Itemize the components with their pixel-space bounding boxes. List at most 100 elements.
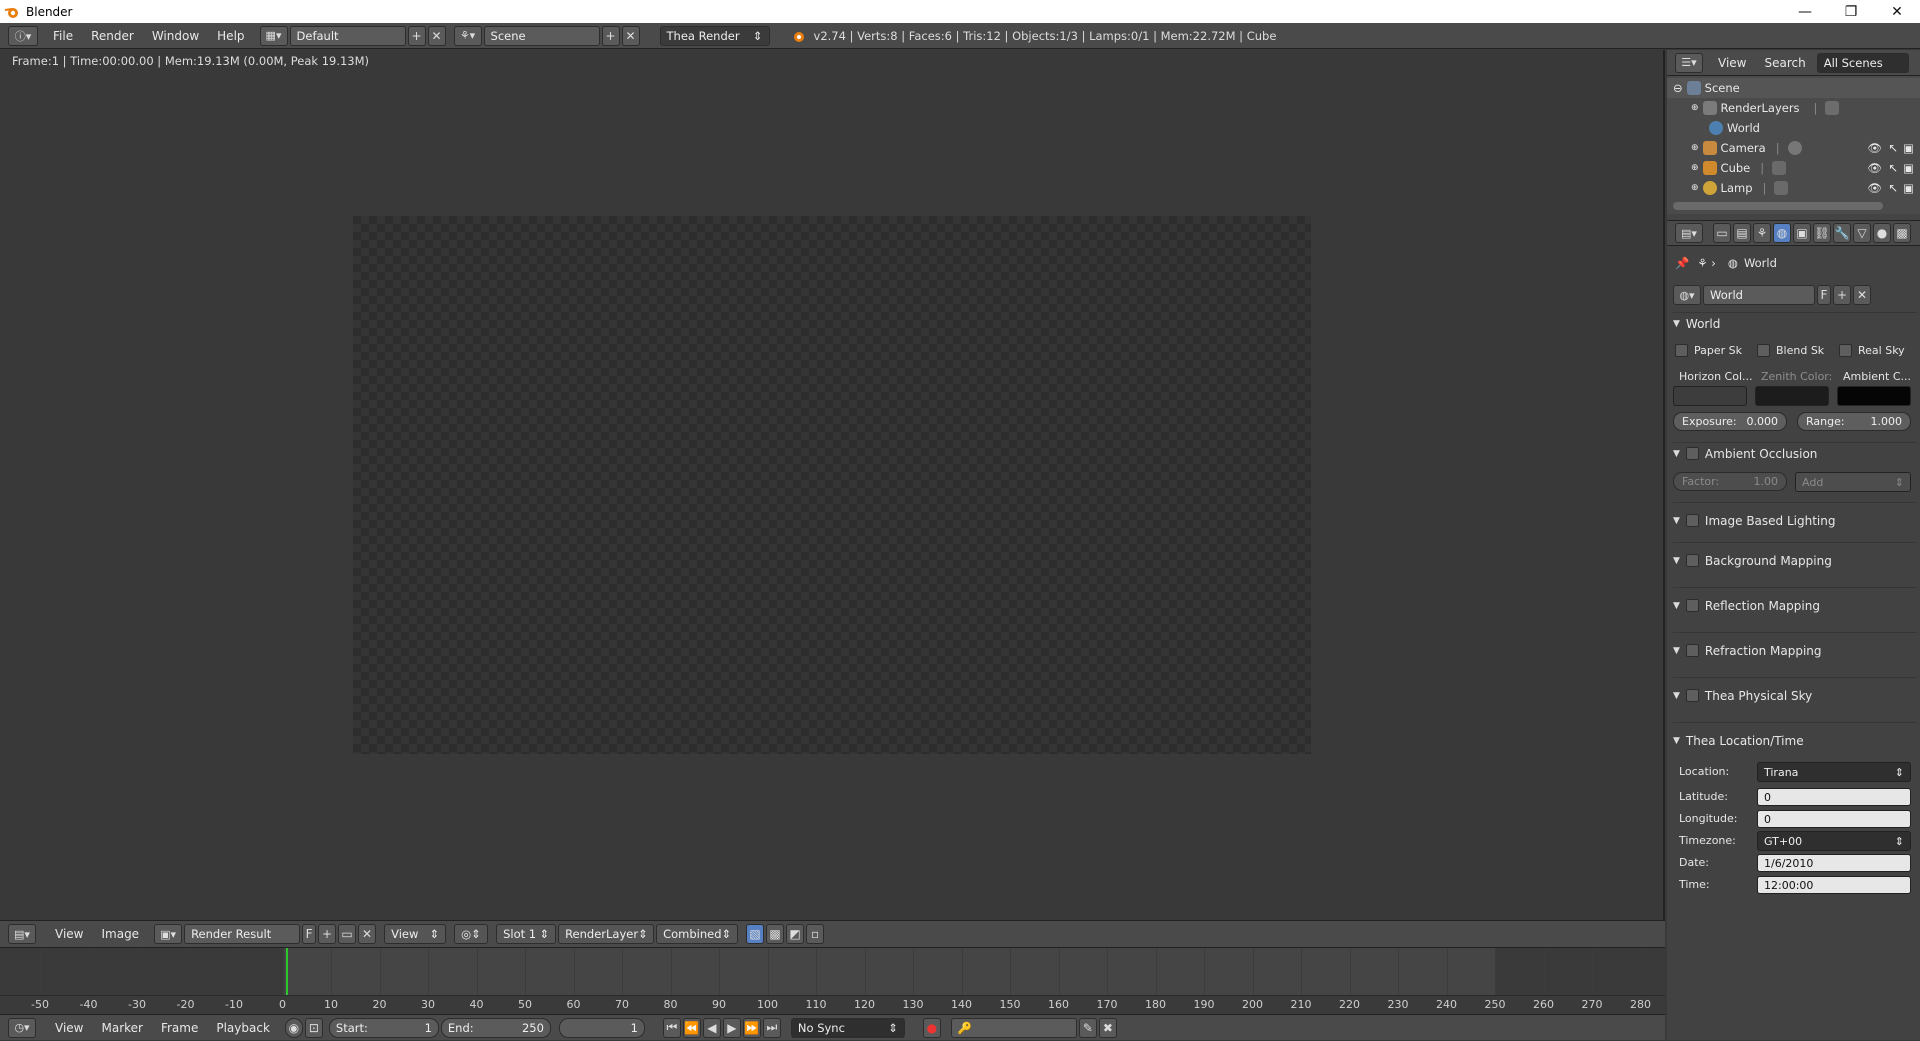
location-select[interactable]: Tirana ⇕ (1757, 762, 1911, 782)
z-buffer-icon[interactable]: ◩ (786, 924, 805, 944)
world-panel-header[interactable]: ▼ World (1673, 312, 1917, 334)
outliner-row-renderlayers[interactable]: ⊕ RenderLayers | (1667, 98, 1920, 118)
ibl-enable-checkbox[interactable] (1685, 514, 1699, 527)
image-editor-type-icon[interactable]: ▤▾ (8, 924, 36, 944)
bg-enable-checkbox[interactable] (1685, 554, 1699, 567)
refl-enable-checkbox[interactable] (1685, 599, 1699, 612)
play-icon[interactable]: ▶ (722, 1017, 741, 1038)
unlink-image-icon[interactable]: ✕ (358, 924, 377, 944)
timeline-menu-marker[interactable]: Marker (92, 1015, 151, 1041)
info-editor-icon[interactable]: ⓘ▾ (8, 25, 38, 46)
world-browse-icon[interactable]: ◍▾ (1673, 285, 1701, 305)
ambient-color-swatch[interactable] (1837, 386, 1911, 406)
tab-data-icon[interactable]: ▽ (1853, 223, 1871, 243)
outliner-row-camera[interactable]: ⊕ Camera | 👁 ↖ ▣ (1667, 138, 1920, 158)
new-image-icon[interactable]: + (318, 924, 337, 944)
timeline-menu-frame[interactable]: Frame (152, 1015, 207, 1041)
play-reverse-icon[interactable]: ◀ (702, 1017, 721, 1038)
remove-scene-icon[interactable]: ✕ (621, 25, 640, 46)
ao-enable-checkbox[interactable] (1685, 447, 1699, 460)
visibility-eye-icon[interactable]: 👁 (1867, 161, 1882, 175)
longitude-input[interactable]: 0 (1757, 810, 1911, 828)
screen-layout-field[interactable]: Default (289, 25, 406, 46)
menu-file[interactable]: File (44, 23, 82, 49)
date-input[interactable]: 1/6/2010 (1757, 854, 1911, 872)
outliner-scrollbar[interactable] (1673, 202, 1883, 210)
world-unlink-icon[interactable]: ✕ (1853, 285, 1871, 305)
expand-icon[interactable]: ⊕ (1691, 143, 1699, 153)
tab-render-icon[interactable]: ▭ (1713, 223, 1731, 243)
render-layer-select[interactable]: RenderLayer ⇕ (558, 924, 655, 944)
scene-field[interactable]: Scene (483, 25, 600, 46)
end-frame-field[interactable]: End: 250 (440, 1017, 551, 1038)
menu-window[interactable]: Window (143, 23, 208, 49)
refl-panel-header[interactable]: ▼ Reflection Mapping (1673, 587, 1917, 623)
tab-modifiers-icon[interactable]: 🔧 (1833, 223, 1851, 243)
menu-help[interactable]: Help (208, 23, 253, 49)
outliner-row-lamp[interactable]: ⊕ Lamp | 👁 ↖ ▣ (1667, 178, 1920, 198)
ibl-panel-header[interactable]: ▼ Image Based Lighting (1673, 502, 1917, 538)
slot-select[interactable]: Slot 1 ⇕ (496, 924, 557, 944)
pivot-icon[interactable]: ◎⇕ (454, 924, 489, 944)
world-name-field[interactable]: World (1703, 285, 1815, 305)
world-fake-user-button[interactable]: F (1817, 285, 1831, 305)
blend-sky-checkbox[interactable]: Blend Sk (1757, 344, 1824, 357)
next-keyframe-icon[interactable]: ⏩ (742, 1017, 761, 1038)
expand-icon[interactable]: ⊖ (1673, 81, 1683, 95)
view-mode-select[interactable]: View ⇕ (384, 924, 447, 944)
timeline-menu-playback[interactable]: Playback (207, 1015, 279, 1041)
open-image-icon[interactable]: ▭ (338, 924, 357, 944)
outliner-row-cube[interactable]: ⊕ Cube | 👁 ↖ ▣ (1667, 158, 1920, 178)
renderable-camera-icon[interactable]: ▣ (1903, 141, 1914, 155)
lock-frame-icon[interactable]: ⊡ (304, 1017, 323, 1038)
timezone-select[interactable]: GT+00 ⇕ (1757, 831, 1911, 851)
sky-enable-checkbox[interactable] (1685, 689, 1699, 702)
outliner-menu-search[interactable]: Search (1755, 50, 1814, 76)
timeline-menu-view[interactable]: View (46, 1015, 92, 1041)
bg-panel-header[interactable]: ▼ Background Mapping (1673, 542, 1917, 578)
outliner-editor-type-icon[interactable]: ☰▾ (1675, 52, 1703, 73)
draw-image-alpha-icon[interactable]: ▧ (746, 924, 765, 944)
renderable-camera-icon[interactable]: ▣ (1903, 181, 1914, 195)
tab-object-icon[interactable]: ▣ (1793, 223, 1811, 243)
menu-render[interactable]: Render (82, 23, 143, 49)
pin-icon[interactable]: 📌 (1675, 256, 1689, 270)
selectable-cursor-icon[interactable]: ↖ (1888, 181, 1898, 195)
close-button[interactable]: ✕ (1874, 0, 1920, 23)
remove-screen-icon[interactable]: ✕ (427, 25, 446, 46)
scene-icon[interactable]: ⚘▾ (453, 25, 482, 46)
timeline-editor-type-icon[interactable]: ◷▾ (8, 1017, 36, 1038)
current-frame-indicator[interactable] (286, 948, 289, 995)
tab-render-layers-icon[interactable]: ▤ (1733, 223, 1751, 243)
lock-image-icon[interactable]: ▫ (806, 924, 825, 944)
world-add-icon[interactable]: + (1833, 285, 1851, 305)
exposure-field[interactable]: Exposure: 0.000 (1673, 412, 1787, 431)
loc-panel-header[interactable]: ▼ Thea Location/Time (1673, 722, 1917, 758)
delete-keyframe-icon[interactable]: ✖ (1098, 1017, 1117, 1038)
current-frame-field[interactable]: 1 (558, 1017, 645, 1038)
latitude-input[interactable]: 0 (1757, 788, 1911, 806)
paper-sky-checkbox[interactable]: Paper Sk (1675, 344, 1742, 357)
real-sky-checkbox[interactable]: Real Sky (1839, 344, 1905, 357)
menu-view[interactable]: View (46, 921, 92, 947)
outliner-menu-view[interactable]: View (1709, 50, 1755, 76)
refr-panel-header[interactable]: ▼ Refraction Mapping (1673, 632, 1917, 668)
outliner-display-select[interactable]: All Scenes (1816, 52, 1909, 73)
time-input[interactable]: 12:00:00 (1757, 876, 1911, 894)
minimize-button[interactable]: — (1782, 0, 1828, 23)
image-name-field[interactable]: Render Result (184, 924, 301, 944)
insert-keyframe-icon[interactable]: ✎ (1078, 1017, 1097, 1038)
jump-start-icon[interactable]: ⏮ (662, 1017, 681, 1038)
ao-panel-header[interactable]: ▼ Ambient Occlusion (1673, 442, 1917, 464)
range-field[interactable]: Range: 1.000 (1797, 412, 1911, 431)
zenith-color-swatch[interactable] (1755, 386, 1829, 406)
keying-set-icon[interactable]: 🔑 (950, 1017, 1077, 1038)
sky-panel-header[interactable]: ▼ Thea Physical Sky (1673, 677, 1917, 713)
preview-range-icon[interactable]: ◉ (284, 1017, 303, 1038)
render-result-canvas[interactable] (353, 216, 1311, 754)
screen-layout-icon[interactable]: ▦▾ (259, 25, 288, 46)
jump-end-icon[interactable]: ⏭ (762, 1017, 781, 1038)
menu-image[interactable]: Image (92, 921, 148, 947)
record-icon[interactable]: ● (922, 1017, 941, 1038)
expand-icon[interactable]: ⊕ (1691, 103, 1699, 113)
